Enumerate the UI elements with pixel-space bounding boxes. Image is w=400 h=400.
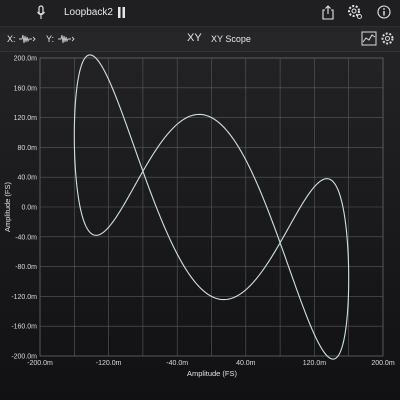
scope-mode-label: XY bbox=[187, 32, 202, 44]
device-name[interactable]: Loopback2 bbox=[64, 7, 113, 19]
x-tick-label: 40.0m bbox=[236, 360, 256, 367]
scope-title: XY Scope bbox=[211, 34, 251, 44]
y-tick-label: -80.0m bbox=[15, 264, 37, 271]
app-window: Loopback2 X: Y: XY XY Scope -200.0m -120… bbox=[0, 0, 400, 400]
plot-settings-icon[interactable] bbox=[380, 31, 395, 46]
y-tick-label: -200.0m bbox=[11, 354, 37, 361]
y-axis-label: Amplitude (FS) bbox=[3, 181, 12, 232]
grid bbox=[40, 58, 383, 356]
top-bar: Loopback2 bbox=[0, 0, 400, 27]
microphone-icon[interactable] bbox=[36, 5, 46, 21]
y-tick-label: 0.0m bbox=[21, 205, 37, 212]
info-icon[interactable] bbox=[377, 5, 391, 19]
x-axis-label: Amplitude (FS) bbox=[187, 369, 238, 378]
y-tick-label: -160.0m bbox=[11, 324, 37, 331]
x-channel-label: X: bbox=[7, 34, 16, 44]
share-icon[interactable] bbox=[322, 5, 334, 20]
y-tick-label: -40.0m bbox=[15, 234, 37, 241]
x-tick-label: -40.0m bbox=[166, 360, 188, 367]
y-tick-label: 40.0m bbox=[18, 175, 38, 182]
waveform-icon[interactable] bbox=[58, 34, 76, 44]
y-tick-label: 200.0m bbox=[14, 56, 38, 63]
x-tick-label: 120.0m bbox=[303, 360, 327, 367]
xy-scope-plot[interactable]: -200.0m -120.0m -40.0m 40.0m 120.0m 200.0m 200… bbox=[0, 51, 400, 400]
tick-labels: -200.0m -120.0m -40.0m 40.0m 120.0m 200.0m 200… bbox=[11, 56, 395, 368]
pause-icon[interactable] bbox=[117, 7, 126, 19]
y-tick-label: 120.0m bbox=[14, 115, 38, 122]
settings-gear-icon[interactable] bbox=[347, 4, 363, 20]
chart-view-icon[interactable] bbox=[361, 31, 377, 46]
y-tick-label: -120.0m bbox=[11, 294, 37, 301]
y-channel-label: Y: bbox=[46, 34, 55, 44]
scope-toolbar: X: Y: XY XY Scope bbox=[0, 27, 400, 52]
x-tick-label: -200.0m bbox=[27, 360, 53, 367]
y-tick-label: 160.0m bbox=[14, 85, 38, 92]
x-tick-label: -120.0m bbox=[96, 360, 122, 367]
y-tick-label: 80.0m bbox=[18, 145, 38, 152]
waveform-icon[interactable] bbox=[19, 34, 37, 44]
x-tick-label: 200.0m bbox=[371, 360, 395, 367]
